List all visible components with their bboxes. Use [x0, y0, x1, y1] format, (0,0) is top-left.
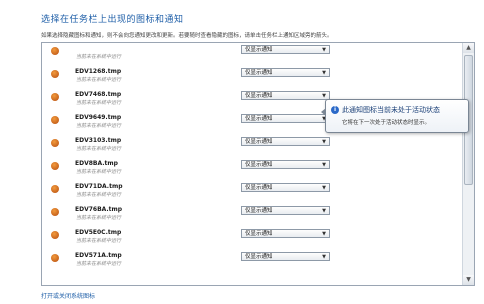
behavior-dropdown[interactable]: 仅显示通知▼: [241, 229, 330, 238]
app-icon: [51, 47, 59, 55]
item-name: EDV5E0C.tmp: [75, 229, 122, 236]
page-description: 如果选择隐藏图标和通知，则不会向您通知更改和更新。若要随时查看隐藏的图标，请单击…: [41, 33, 333, 39]
item-status: 当前未在系统中运行: [76, 123, 122, 129]
behavior-dropdown[interactable]: 仅显示通知▼: [241, 45, 330, 54]
behavior-dropdown[interactable]: 仅显示通知▼: [241, 91, 330, 100]
system-icons-link[interactable]: 打开或关闭系统图标: [41, 291, 95, 300]
item-status: 当前未在系统中运行: [76, 169, 122, 175]
list-item: EDV76BA.tmp 当前未在系统中运行 仅显示通知 ▼: [42, 204, 462, 227]
chevron-down-icon: ▼: [322, 231, 326, 237]
item-status: 当前未在系统中运行: [76, 192, 122, 198]
behavior-dropdown[interactable]: 仅显示通知▼: [241, 183, 330, 192]
app-icon: [51, 70, 59, 78]
behavior-dropdown[interactable]: 仅显示通知▼: [241, 252, 330, 261]
tooltip-pointer: [321, 108, 326, 116]
chevron-down-icon: ▼: [322, 139, 326, 145]
list-item: EDV1268.tmp 当前未在系统中运行 仅显示通知 ▼: [42, 66, 462, 89]
app-icon: [51, 93, 59, 101]
list-item: EDV3103.tmp 当前未在系统中运行 仅显示通知 ▼: [42, 135, 462, 158]
item-name: EDV76BA.tmp: [75, 206, 123, 213]
item-status: 当前未在系统中运行: [76, 146, 122, 152]
app-icon: [51, 254, 59, 262]
chevron-down-icon: ▼: [322, 254, 326, 260]
notification-icons-list: 当前未在系统中运行 仅显示通知 ▼ EDV1268.tmp 当前未在系统中运行 仅…: [41, 42, 475, 286]
item-name: EDV8BA.tmp: [75, 160, 118, 167]
list-item: EDV571A.tmp 当前未在系统中运行 仅显示通知 ▼: [42, 250, 462, 273]
list-item: EDV71DA.tmp 当前未在系统中运行 仅显示通知 ▼: [42, 181, 462, 204]
app-icon: [51, 208, 59, 216]
vertical-scrollbar[interactable]: ▲ ▼: [462, 43, 474, 285]
page-title: 选择在任务栏上出现的图标和通知: [41, 15, 184, 25]
item-status: 当前未在系统中运行: [76, 77, 122, 83]
behavior-dropdown[interactable]: 仅显示通知▼: [241, 68, 330, 77]
app-icon: [51, 185, 59, 193]
list-item: EDV8BA.tmp 当前未在系统中运行 仅显示通知 ▼: [42, 158, 462, 181]
list-item: EDV5E0C.tmp 当前未在系统中运行 仅显示通知 ▼: [42, 227, 462, 250]
info-icon: i: [331, 106, 339, 114]
tooltip-title: 此通知图标当前未处于活动状态: [342, 106, 440, 114]
item-status: 当前未在系统中运行: [76, 238, 122, 244]
list-item: 当前未在系统中运行 仅显示通知 ▼: [42, 43, 462, 66]
item-name: EDV71DA.tmp: [75, 183, 123, 190]
scroll-down-arrow-icon[interactable]: ▼: [463, 275, 474, 285]
inactive-icon-tooltip: i 此通知图标当前未处于活动状态 它将在下一次处于活动状态时显示。: [321, 99, 469, 133]
item-name: EDV3103.tmp: [75, 137, 122, 144]
app-icon: [51, 231, 59, 239]
item-status: 当前未在系统中运行: [76, 100, 122, 106]
chevron-down-icon: ▼: [322, 185, 326, 191]
behavior-dropdown[interactable]: 仅显示通知▼: [241, 137, 330, 146]
item-name: EDV571A.tmp: [75, 252, 122, 259]
item-name: EDV9649.tmp: [75, 114, 122, 121]
chevron-down-icon: ▼: [322, 47, 326, 53]
chevron-down-icon: ▼: [322, 162, 326, 168]
behavior-dropdown[interactable]: 仅显示通知▼: [241, 206, 330, 215]
app-icon: [51, 162, 59, 170]
chevron-down-icon: ▼: [322, 70, 326, 76]
tooltip-body: 它将在下一次处于活动状态时显示。: [342, 120, 431, 126]
item-status: 当前未在系统中运行: [76, 261, 122, 267]
item-name: EDV1268.tmp: [75, 68, 122, 75]
item-name: EDV7468.tmp: [75, 91, 122, 98]
item-status: 当前未在系统中运行: [76, 54, 122, 60]
behavior-dropdown[interactable]: 仅显示通知▼: [241, 114, 330, 123]
item-status: 当前未在系统中运行: [76, 215, 122, 221]
scroll-up-arrow-icon[interactable]: ▲: [463, 43, 474, 53]
app-icon: [51, 116, 59, 124]
behavior-dropdown[interactable]: 仅显示通知▼: [241, 160, 330, 169]
chevron-down-icon: ▼: [322, 208, 326, 214]
app-icon: [51, 139, 59, 147]
